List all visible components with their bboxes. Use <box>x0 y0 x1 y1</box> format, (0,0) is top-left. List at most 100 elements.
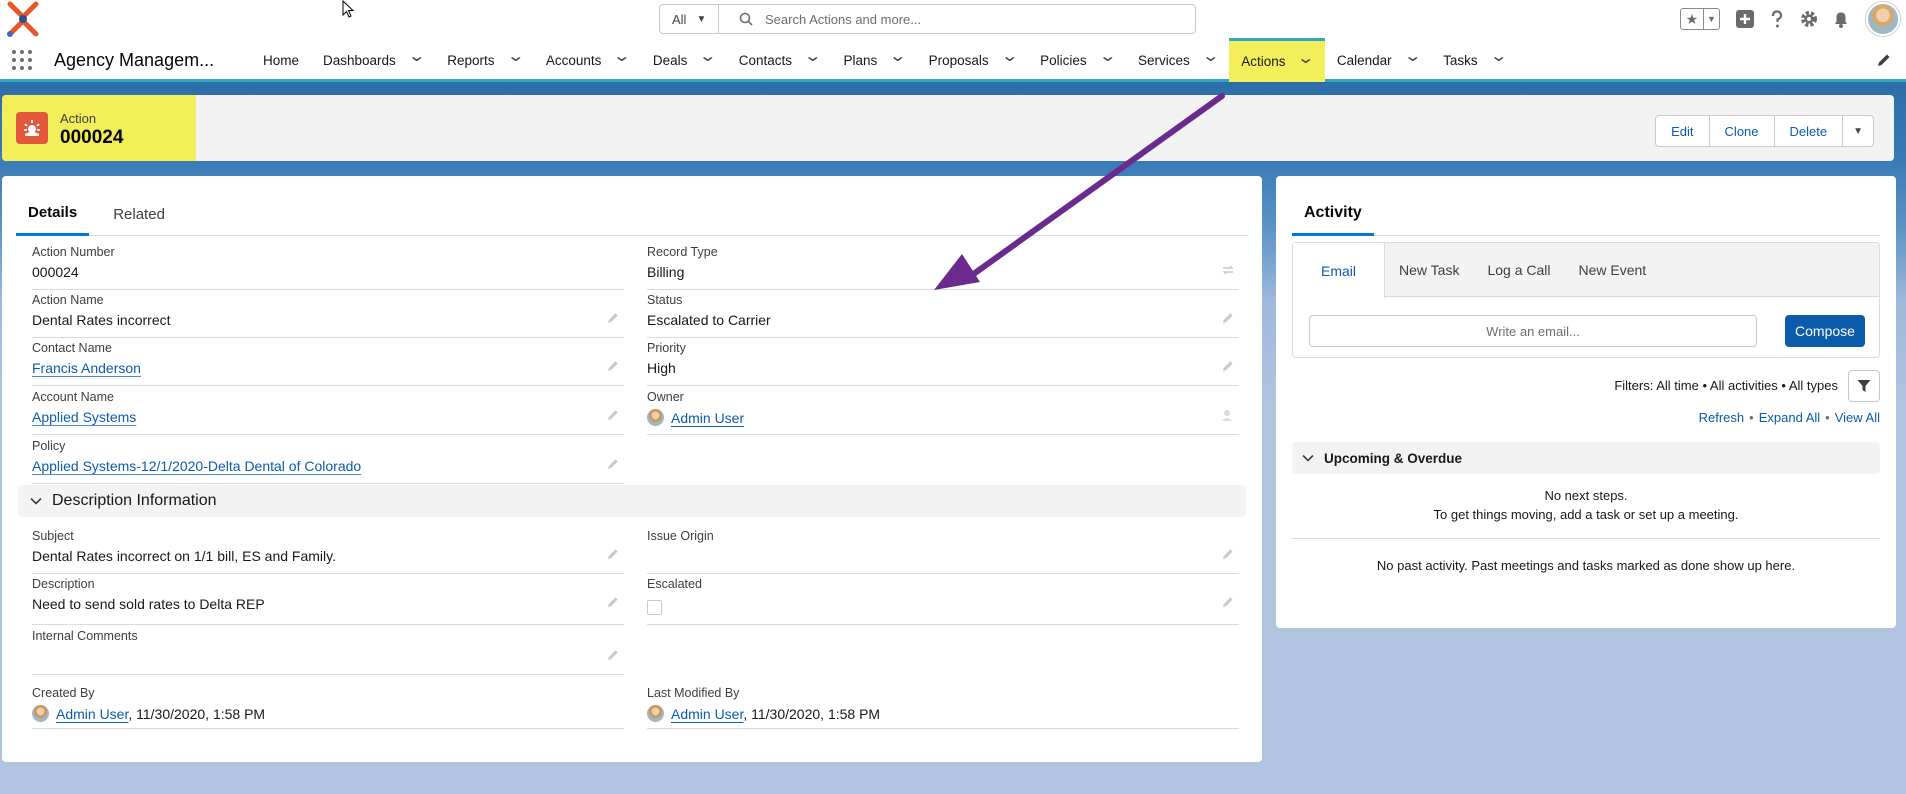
pencil-icon[interactable] <box>606 457 620 471</box>
nav-item-tasks[interactable]: Tasks ⌄ <box>1431 38 1517 82</box>
nav-item-label: Deals <box>652 52 688 68</box>
write-email-input[interactable]: Write an email... <box>1309 315 1757 347</box>
action-object-icon <box>16 112 48 144</box>
pencil-icon[interactable] <box>1221 359 1235 373</box>
owner-link[interactable]: Admin User <box>671 410 744 426</box>
help-icon[interactable] <box>1766 8 1788 30</box>
nav-item-services[interactable]: Services ⌄ <box>1126 38 1229 82</box>
bell-icon[interactable] <box>1830 8 1852 30</box>
created-by-user-link[interactable]: Admin User <box>56 706 128 722</box>
section-description-information[interactable]: Description Information <box>18 485 1246 517</box>
global-create-icon[interactable] <box>1734 8 1756 30</box>
pencil-icon[interactable] <box>1221 595 1235 609</box>
search-scope-dropdown[interactable]: All ▼ <box>659 4 719 34</box>
policy-link[interactable]: Applied Systems-12/1/2020-Delta Dental o… <box>32 458 361 474</box>
field-label: Status <box>647 293 683 307</box>
chevron-down-icon[interactable]: ⌄ <box>1000 49 1019 65</box>
chevron-down-icon[interactable]: ⌄ <box>803 49 822 65</box>
nav-item-policies[interactable]: Policies ⌄ <box>1028 38 1126 82</box>
org-logo-icon[interactable] <box>4 0 42 38</box>
nav-item-calendar[interactable]: Calendar ⌄ <box>1325 38 1431 82</box>
modified-by-user-link[interactable]: Admin User <box>671 706 743 722</box>
nav-item-dashboards[interactable]: Dashboards ⌄ <box>311 38 435 82</box>
nav-item-accounts[interactable]: Accounts ⌄ <box>534 38 641 82</box>
field-value: Dental Rates incorrect on 1/1 bill, ES a… <box>32 548 336 564</box>
header-actions: ★ ▼ <box>1680 0 1906 38</box>
composer-tab-new-task[interactable]: New Task <box>1385 243 1473 297</box>
chevron-down-icon[interactable]: ⌄ <box>1489 49 1508 65</box>
global-search[interactable] <box>718 4 1196 34</box>
contact-link[interactable]: Francis Anderson <box>32 360 141 376</box>
tab-activity[interactable]: Activity <box>1292 192 1374 236</box>
chevron-down-icon[interactable]: ⌄ <box>1201 49 1220 65</box>
expand-all-link[interactable]: Expand All <box>1759 410 1820 425</box>
gear-icon[interactable] <box>1798 8 1820 30</box>
record-actions: Edit Clone Delete ▼ <box>1655 115 1874 147</box>
upcoming-overdue-section[interactable]: Upcoming & Overdue <box>1292 442 1880 474</box>
nav-items: Home Dashboards ⌄ Reports ⌄ Accounts ⌄ Deals ⌄ Co… <box>251 38 1517 82</box>
chevron-down-icon[interactable]: ⌄ <box>1403 49 1422 65</box>
nav-item-label: Plans <box>843 52 878 68</box>
pencil-icon[interactable] <box>606 595 620 609</box>
delete-button[interactable]: Delete <box>1773 115 1844 147</box>
chevron-down-icon[interactable]: ⌄ <box>407 49 426 65</box>
nav-item-plans[interactable]: Plans ⌄ <box>831 38 916 82</box>
nav-item-label: Dashboards <box>323 52 396 68</box>
nav-item-proposals[interactable]: Proposals ⌄ <box>917 38 1028 82</box>
field-subject: Subject Dental Rates incorrect on 1/1 bi… <box>32 526 624 574</box>
chevron-down-icon[interactable]: ⌄ <box>506 49 525 65</box>
user-avatar[interactable] <box>1866 2 1900 36</box>
created-date: , 11/30/2020, 1:58 PM <box>128 706 266 722</box>
filter-button[interactable] <box>1848 370 1880 402</box>
escalated-checkbox[interactable] <box>647 600 662 615</box>
compose-button[interactable]: Compose <box>1785 315 1865 347</box>
composer-tab-log-a-call[interactable]: Log a Call <box>1473 243 1564 297</box>
chevron-down-icon[interactable]: ⌄ <box>699 49 718 65</box>
chevron-down-icon[interactable]: ⌄ <box>1297 50 1316 66</box>
record-header: Action 000024 Edit Clone Delete ▼ <box>2 95 1894 161</box>
pencil-icon[interactable] <box>1221 547 1235 561</box>
refresh-link[interactable]: Refresh <box>1699 410 1745 425</box>
activity-filters-text: Filters: All time • All activities • All… <box>1614 378 1838 393</box>
app-launcher-icon[interactable] <box>12 50 32 70</box>
chevron-down-icon[interactable]: ⌄ <box>889 49 908 65</box>
field-priority: Priority High <box>647 338 1239 386</box>
pencil-icon[interactable] <box>1221 311 1235 325</box>
composer-tab-new-event[interactable]: New Event <box>1565 243 1661 297</box>
avatar <box>647 409 664 426</box>
global-header: All ▼ ★ ▼ <box>0 0 1906 38</box>
pencil-icon[interactable] <box>606 408 620 422</box>
nav-item-actions[interactable]: Actions ⌄ <box>1229 38 1325 82</box>
view-all-link[interactable]: View All <box>1835 410 1880 425</box>
pencil-icon[interactable] <box>606 648 620 662</box>
composer-tab-email[interactable]: Email <box>1293 243 1386 298</box>
section-title: Description Information <box>52 492 217 509</box>
account-link[interactable]: Applied Systems <box>32 409 136 425</box>
tab-related[interactable]: Related <box>101 192 177 236</box>
search-icon <box>739 12 753 26</box>
favorites-button-group[interactable]: ★ ▼ <box>1680 8 1720 30</box>
pencil-icon[interactable] <box>606 547 620 561</box>
nav-item-deals[interactable]: Deals ⌄ <box>641 38 727 82</box>
pencil-icon[interactable] <box>1876 52 1892 68</box>
nav-item-reports[interactable]: Reports ⌄ <box>435 38 534 82</box>
chevron-down-icon[interactable]: ⌄ <box>613 49 632 65</box>
edit-button[interactable]: Edit <box>1655 115 1710 147</box>
chevron-down-icon[interactable]: ▼ <box>1704 9 1719 29</box>
tab-details[interactable]: Details <box>16 192 90 236</box>
star-icon[interactable]: ★ <box>1681 9 1704 29</box>
pencil-icon[interactable] <box>606 311 620 325</box>
change-owner-icon[interactable] <box>1221 408 1235 422</box>
nav-item-label: Accounts <box>545 52 602 68</box>
pencil-icon[interactable] <box>606 359 620 373</box>
field-value: Billing <box>647 264 685 280</box>
change-record-type-icon[interactable] <box>1221 263 1235 277</box>
nav-item-contacts[interactable]: Contacts ⌄ <box>727 38 832 82</box>
clone-button[interactable]: Clone <box>1708 115 1775 147</box>
chevron-down-icon[interactable]: ⌄ <box>1098 49 1117 65</box>
field-action-number: Action Number 000024 <box>32 242 624 290</box>
nav-item-home[interactable]: Home <box>251 38 311 82</box>
field-value: 000024 <box>32 264 79 280</box>
search-input[interactable] <box>765 11 1145 27</box>
more-actions-dropdown[interactable]: ▼ <box>1842 115 1874 147</box>
